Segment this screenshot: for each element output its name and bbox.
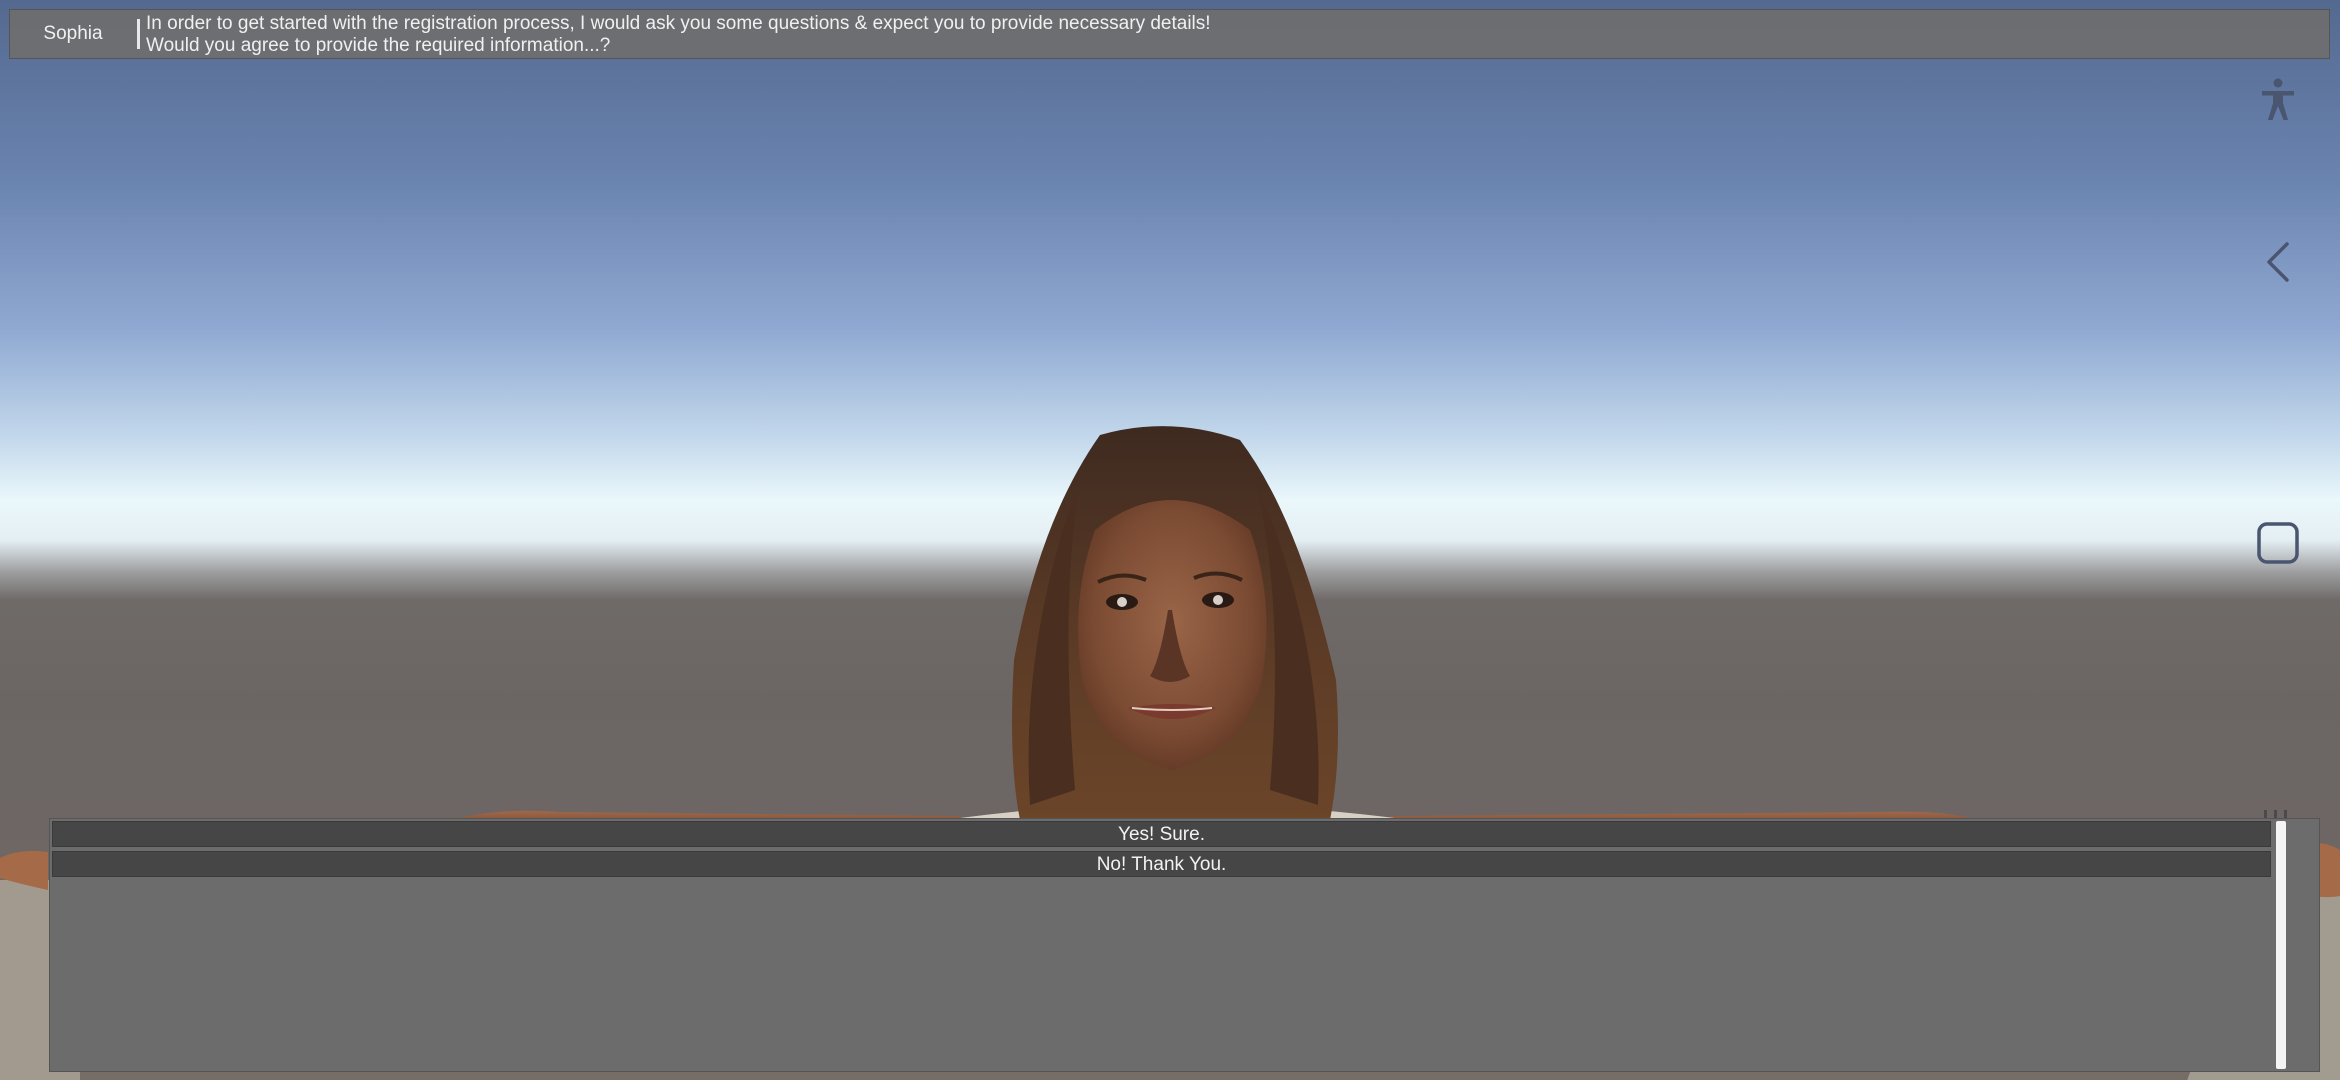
choice-yes-button[interactable]: Yes! Sure.	[52, 821, 2271, 847]
scrollbar-thumb[interactable]	[2276, 821, 2286, 1069]
avatar-hand-left	[0, 850, 48, 890]
dialogue-line-2: Would you agree to provide the required …	[146, 35, 611, 56]
dialogue-line-1: In order to get started with the registr…	[146, 13, 1211, 34]
back-chevron-icon[interactable]	[2254, 238, 2302, 286]
choice-panel: Yes! Sure. No! Thank You.	[49, 818, 2320, 1072]
speaker-divider	[137, 19, 140, 49]
home-square-icon[interactable]	[2254, 519, 2302, 567]
accessibility-icon[interactable]	[2254, 76, 2302, 124]
choice-scrollbar[interactable]	[2274, 821, 2288, 1069]
dialogue-text: In order to get started with the registr…	[146, 13, 1211, 57]
dialogue-bar: Sophia In order to get started with the …	[9, 9, 2330, 59]
choice-no-button[interactable]: No! Thank You.	[52, 851, 2271, 877]
speaker-name: Sophia	[43, 23, 103, 44]
